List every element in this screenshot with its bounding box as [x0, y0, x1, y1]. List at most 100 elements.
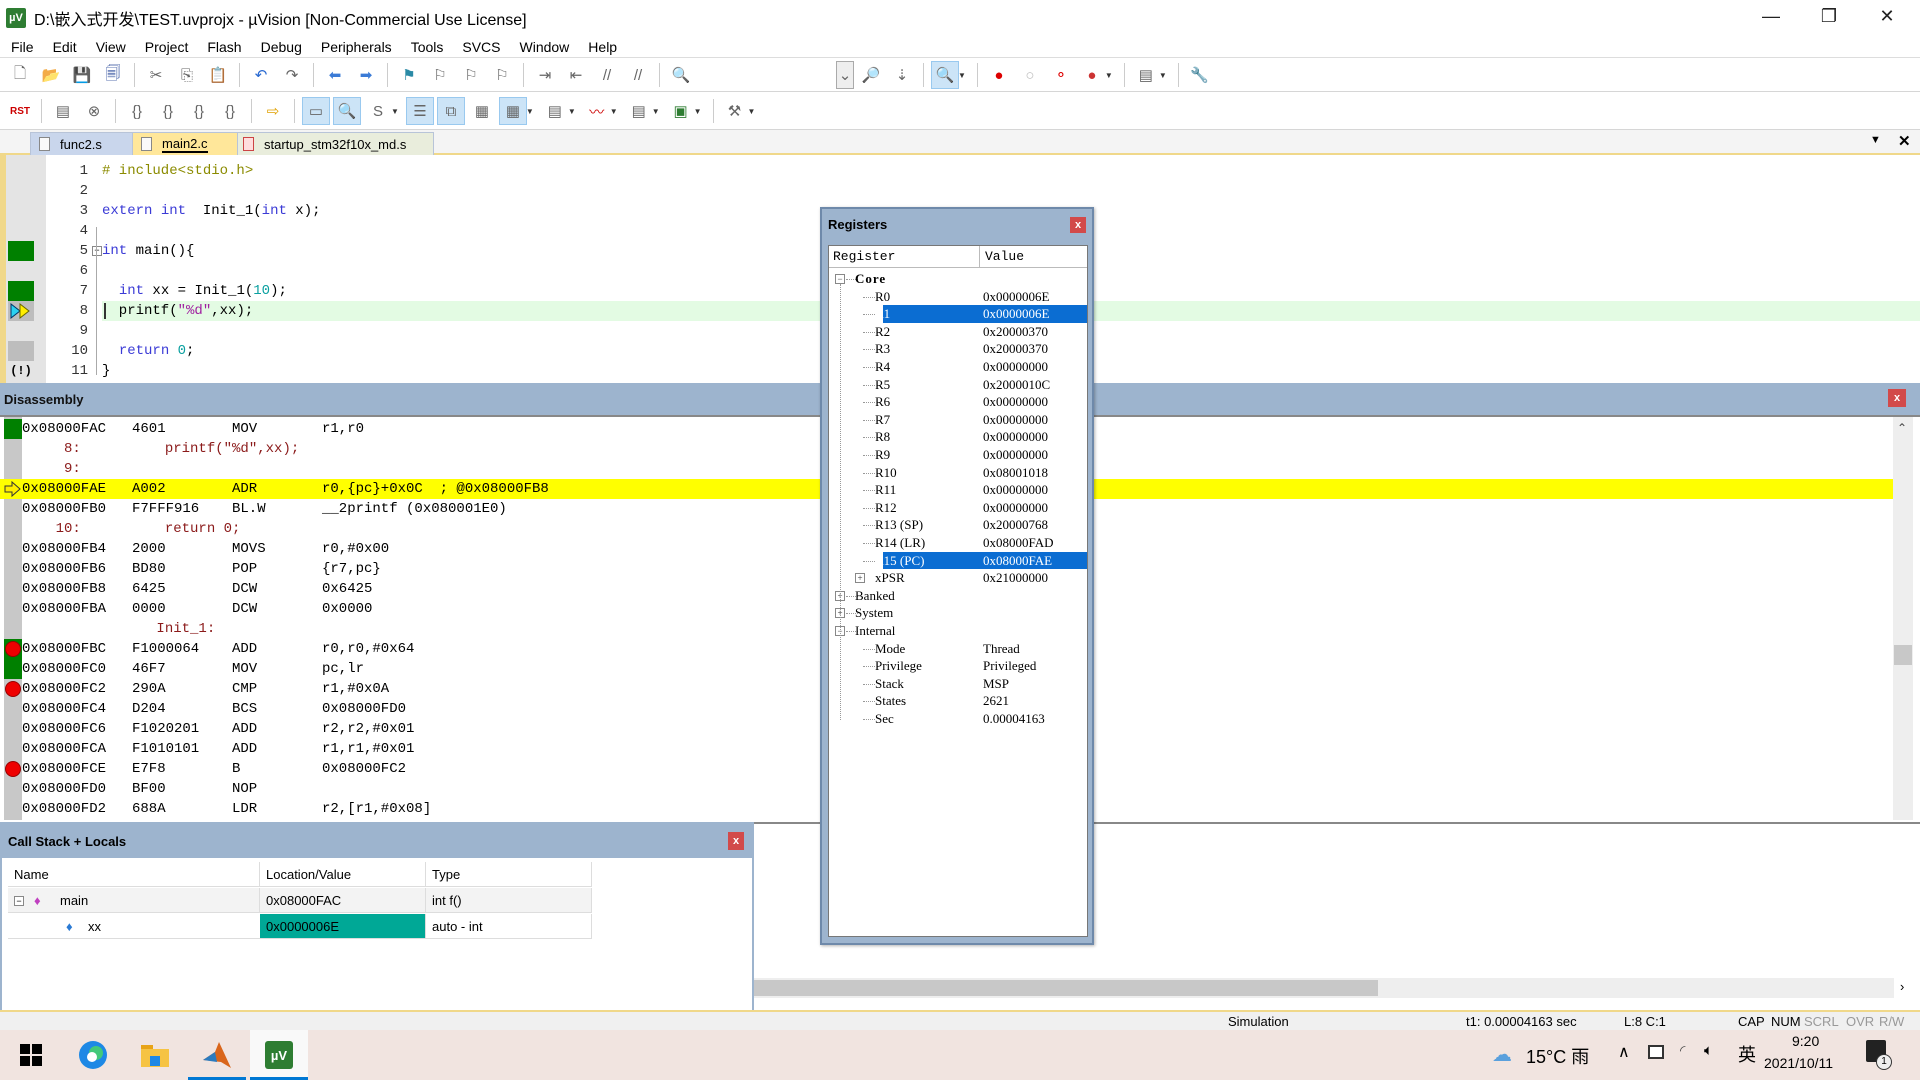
internal-row-mode[interactable]: Mode Thread — [829, 640, 1087, 658]
step-over-button[interactable]: {} — [154, 97, 182, 125]
cut-button[interactable]: ✂ — [142, 61, 170, 89]
breakpoint-icon[interactable] — [5, 681, 21, 697]
system-viewer-button[interactable]: ▣ — [667, 97, 695, 125]
fold-toggle[interactable]: − — [92, 246, 102, 256]
watch-windows-button[interactable]: ▦ — [468, 97, 496, 125]
dropdown-arrow-icon[interactable]: ▼ — [694, 107, 702, 116]
scroll-right-icon[interactable]: › — [1900, 979, 1904, 994]
h-scroll-thumb[interactable] — [754, 980, 1378, 996]
registers-tree[interactable]: Register Value − Core R0 0x0000006E R1 0x0000… — [828, 245, 1088, 937]
clock-date[interactable]: 2021/10/11 — [1764, 1055, 1833, 1071]
register-row-r5[interactable]: R5 0x2000010C — [829, 376, 1087, 394]
analysis-windows-button[interactable]: 〰 — [583, 97, 611, 125]
register-value[interactable]: Thread — [983, 640, 1020, 658]
register-value[interactable]: 0x2000010C — [983, 376, 1050, 394]
dropdown-arrow-icon[interactable]: ▼ — [391, 107, 399, 116]
register-value[interactable]: 0x00000000 — [983, 428, 1048, 446]
insert-breakpoint-button[interactable]: ● — [985, 61, 1013, 89]
register-value[interactable]: 0x0000006E — [983, 288, 1049, 306]
menu-project[interactable]: Project — [137, 39, 197, 55]
next-bookmark-button[interactable]: ⚐ — [457, 61, 485, 89]
incremental-find-button[interactable]: ⇣ — [888, 61, 916, 89]
save-button[interactable]: 💾 — [68, 61, 96, 89]
register-value[interactable]: 0x08001018 — [983, 464, 1048, 482]
register-value[interactable]: Privileged — [983, 657, 1036, 675]
kill-all-breakpoints-button[interactable]: ● — [1078, 61, 1106, 89]
breakpoint-icon[interactable] — [5, 761, 21, 777]
collapse-toggle[interactable]: − — [14, 896, 24, 906]
table-row[interactable]: ♦ xx 0x0000006E auto - int — [8, 914, 592, 939]
table-row[interactable]: − ♦ main 0x08000FAC int f() — [8, 888, 592, 913]
register-value[interactable]: 0x20000370 — [983, 340, 1048, 358]
register-row-r10[interactable]: R10 0x08001018 — [829, 464, 1087, 482]
register-group-internal[interactable]: − Internal — [829, 622, 1087, 640]
serial-windows-button[interactable]: ▤ — [541, 97, 569, 125]
register-group-system[interactable]: + System — [829, 604, 1087, 622]
editor-line[interactable]: 2 — [6, 181, 1920, 201]
redo-button[interactable]: ↷ — [278, 61, 306, 89]
dropdown-arrow-icon[interactable]: ▼ — [1159, 71, 1167, 80]
volume-icon[interactable]: 🔈︎ — [1704, 1042, 1713, 1059]
warning-icon[interactable]: (!) — [8, 361, 34, 381]
show-hidden-icons[interactable]: ∧ — [1618, 1042, 1630, 1062]
show-next-statement-button[interactable]: ⇨ — [259, 97, 287, 125]
toolbox-button[interactable]: ⚒ — [721, 97, 749, 125]
scroll-up-icon[interactable]: ⌃ — [1897, 421, 1907, 435]
disable-all-breakpoints-button[interactable]: ⚬ — [1047, 61, 1075, 89]
run-to-cursor-button[interactable]: {} — [216, 97, 244, 125]
bookmark-button[interactable]: ⚑ — [395, 61, 423, 89]
indent-button[interactable]: ⇥ — [531, 61, 559, 89]
register-value[interactable]: 0x00000000 — [983, 358, 1048, 376]
dropdown-arrow-icon[interactable]: ▼ — [652, 107, 660, 116]
register-row-r11[interactable]: R11 0x00000000 — [829, 481, 1087, 499]
local-variable-value[interactable]: 0x0000006E — [260, 914, 426, 939]
symbols-window-button[interactable]: S — [364, 97, 392, 125]
internal-row-privilege[interactable]: Privilege Privileged — [829, 657, 1087, 675]
register-row-r8[interactable]: R8 0x00000000 — [829, 428, 1087, 446]
configure-button[interactable]: 🔧 — [1186, 61, 1214, 89]
new-file-button[interactable]: 🗋 — [6, 61, 34, 89]
prev-bookmark-button[interactable]: ⚐ — [426, 61, 454, 89]
dropdown-arrow-icon[interactable]: ▼ — [568, 107, 576, 116]
output-horizontal-scrollbar[interactable]: › — [754, 978, 1904, 998]
dropdown-arrow-icon[interactable]: ▼ — [1105, 71, 1113, 80]
registers-window-button[interactable]: ☰ — [405, 97, 434, 125]
disassembly-vertical-scrollbar[interactable]: ⌃ — [1893, 417, 1913, 820]
taskbar-matlab[interactable] — [188, 1030, 246, 1080]
uncomment-button[interactable]: // — [624, 61, 652, 89]
register-row-r13[interactable]: R13 (SP) 0x20000768 — [829, 516, 1087, 534]
register-value[interactable]: 0.00004163 — [983, 710, 1045, 728]
tab-list-dropdown[interactable]: ▼ — [1870, 134, 1881, 146]
find-in-files-button[interactable]: 🔍 — [667, 61, 695, 89]
register-row-r1[interactable]: R1 0x0000006E — [829, 305, 1087, 323]
close-tab-button[interactable]: ✕ — [1898, 132, 1911, 150]
close-registers-button[interactable]: x — [1070, 217, 1086, 233]
navigate-forward-button[interactable]: ➡ — [352, 61, 380, 89]
menu-file[interactable]: File — [3, 39, 42, 55]
open-file-button[interactable]: 📂 — [37, 61, 65, 89]
step-out-button[interactable]: {} — [185, 97, 213, 125]
register-row-xpsr[interactable]: + xPSR 0x21000000 — [829, 569, 1087, 587]
dropdown-arrow-icon[interactable]: ▼ — [610, 107, 618, 116]
weather-text[interactable]: 15°C 雨 — [1526, 1043, 1589, 1069]
menu-tools[interactable]: Tools — [403, 39, 452, 55]
find-button[interactable]: 🔎 — [857, 61, 885, 89]
trace-windows-button[interactable]: ▤ — [625, 97, 653, 125]
column-header-value[interactable]: Value — [985, 249, 1024, 264]
undo-button[interactable]: ↶ — [247, 61, 275, 89]
command-window-button[interactable]: ▭ — [302, 97, 330, 125]
internal-row-states[interactable]: States 2621 — [829, 692, 1087, 710]
scroll-thumb[interactable] — [1894, 645, 1912, 665]
register-row-r4[interactable]: R4 0x00000000 — [829, 358, 1087, 376]
stop-button[interactable]: ⊗ — [80, 97, 108, 125]
menu-edit[interactable]: Edit — [45, 39, 85, 55]
unindent-button[interactable]: ⇤ — [562, 61, 590, 89]
restore-button[interactable]: ❐ — [1800, 0, 1858, 32]
close-window-button[interactable]: ✕ — [1858, 0, 1916, 32]
enable-breakpoint-button[interactable]: ○ — [1016, 61, 1044, 89]
register-value[interactable]: 0x08000FAD — [983, 534, 1054, 552]
register-value[interactable]: 0x20000768 — [983, 516, 1048, 534]
dropdown-arrow-icon[interactable]: ▼ — [526, 107, 534, 116]
copy-button[interactable]: ⎘ — [173, 61, 201, 89]
register-row-r2[interactable]: R2 0x20000370 — [829, 323, 1087, 341]
